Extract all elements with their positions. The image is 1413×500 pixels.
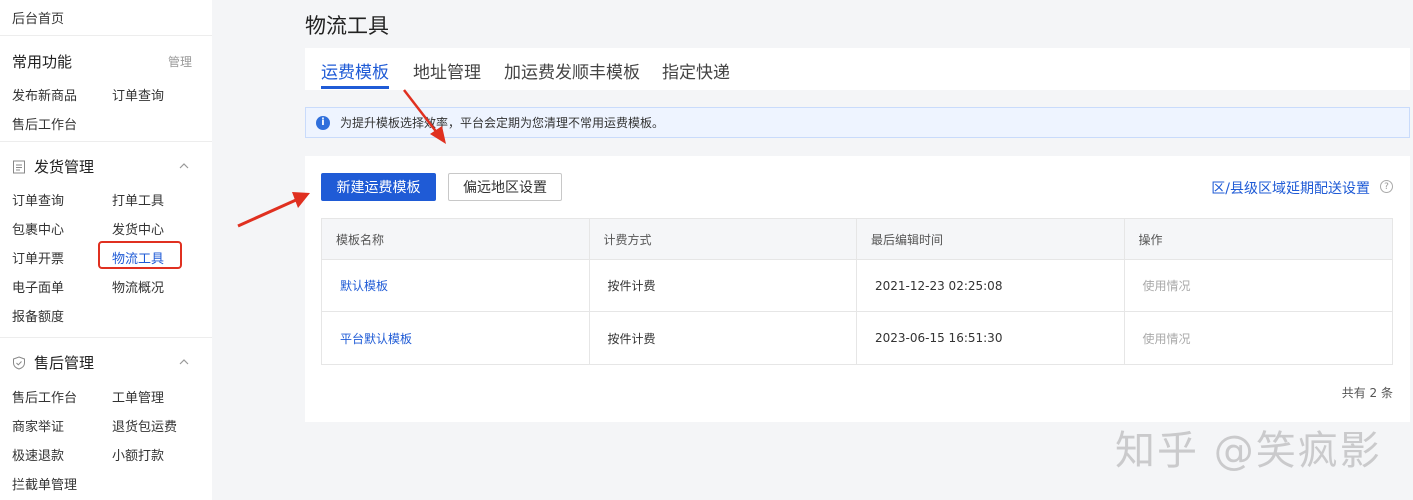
tab-sf-template[interactable]: 加运费发顺丰模板 xyxy=(504,58,640,83)
shipping-section-title[interactable]: 发货管理 xyxy=(12,156,94,177)
manage-link[interactable]: 管理 xyxy=(168,53,192,70)
sidebar-item-order-query-2[interactable]: 订单查询 xyxy=(12,190,64,209)
new-template-button[interactable]: 新建运费模板 xyxy=(321,173,436,201)
usage-link[interactable]: 使用情况 xyxy=(1125,312,1393,364)
sidebar-item-invoice[interactable]: 订单开票 xyxy=(12,248,64,267)
active-tab-indicator xyxy=(321,86,389,89)
notice-text: 为提升模板选择效率，平台会定期为您清理不常用运费模板。 xyxy=(340,116,665,130)
chevron-up-icon[interactable] xyxy=(178,162,190,170)
table-row: 默认模板 按件计费 2021-12-23 02:25:08 使用情况 xyxy=(322,260,1392,312)
page-title: 物流工具 xyxy=(305,14,389,38)
usage-link[interactable]: 使用情况 xyxy=(1125,260,1393,311)
total-count: 共有 2 条 xyxy=(1341,386,1393,400)
annotation-arrow-to-button xyxy=(237,192,310,228)
common-functions-title: 常用功能 xyxy=(12,51,72,72)
shipping-section-label: 发货管理 xyxy=(34,158,95,176)
info-notice: i 为提升模板选择效率，平台会定期为您清理不常用运费模板。 xyxy=(305,107,1410,138)
watermark: 知乎 @笑疯影 xyxy=(1115,428,1382,474)
sidebar-item-quick-refund[interactable]: 极速退款 xyxy=(12,445,64,464)
column-header-billing: 计费方式 xyxy=(590,219,857,259)
column-header-name: 模板名称 xyxy=(322,219,590,259)
template-name-link[interactable]: 默认模板 xyxy=(322,260,590,311)
template-name-link[interactable]: 平台默认模板 xyxy=(322,312,590,364)
sidebar-item-aftersale-desk-2[interactable]: 售后工作台 xyxy=(12,387,77,406)
delay-delivery-link[interactable]: 区/县级区域延期配送设置 xyxy=(1211,178,1370,198)
column-header-edit-time: 最后编辑时间 xyxy=(857,219,1125,259)
sidebar-home-link[interactable]: 后台首页 xyxy=(12,8,64,27)
tab-designated-express[interactable]: 指定快递 xyxy=(662,58,730,83)
sidebar-item-small-payment[interactable]: 小额打款 xyxy=(112,445,164,464)
sidebar-item-print-tool[interactable]: 打单工具 xyxy=(112,190,164,209)
common-functions-label: 常用功能 xyxy=(12,53,73,71)
document-icon xyxy=(13,160,25,173)
sidebar-item-merchant-proof[interactable]: 商家举证 xyxy=(12,416,64,435)
table-header: 模板名称 计费方式 最后编辑时间 操作 xyxy=(322,219,1392,260)
sidebar-item-shipping-center[interactable]: 发货中心 xyxy=(112,219,164,238)
edit-time: 2021-12-23 02:25:08 xyxy=(857,260,1125,311)
tab-shipping-template[interactable]: 运费模板 xyxy=(321,58,389,83)
sidebar-item-aftersale-desk[interactable]: 售后工作台 xyxy=(12,114,77,133)
sidebar-item-logistics-tool[interactable]: 物流工具 xyxy=(112,248,164,267)
template-table: 模板名称 计费方式 最后编辑时间 操作 默认模板 按件计费 2021-12-23… xyxy=(321,218,1393,365)
divider xyxy=(0,141,212,142)
chevron-up-icon[interactable] xyxy=(178,358,190,366)
billing-method: 按件计费 xyxy=(590,312,857,364)
aftersale-section-label: 售后管理 xyxy=(34,354,95,372)
remote-area-button[interactable]: 偏远地区设置 xyxy=(448,173,562,201)
sidebar-item-quota[interactable]: 报备额度 xyxy=(12,306,64,325)
info-icon: i xyxy=(316,115,330,130)
tab-address-manage[interactable]: 地址管理 xyxy=(413,58,481,83)
aftersale-section-title[interactable]: 售后管理 xyxy=(12,352,94,373)
sidebar-item-package-center[interactable]: 包裹中心 xyxy=(12,219,64,238)
sidebar-item-ticket-manage[interactable]: 工单管理 xyxy=(112,387,164,406)
sidebar-item-return-shipping[interactable]: 退货包运费 xyxy=(112,416,177,435)
tab-bar: 运费模板 地址管理 加运费发顺丰模板 指定快递 xyxy=(305,48,1410,90)
help-icon[interactable]: ? xyxy=(1380,180,1393,193)
divider xyxy=(0,337,212,338)
divider xyxy=(0,35,212,36)
sidebar-item-intercept[interactable]: 拦截单管理 xyxy=(12,474,77,493)
table-row: 平台默认模板 按件计费 2023-06-15 16:51:30 使用情况 xyxy=(322,312,1392,364)
sidebar-item-e-waybill[interactable]: 电子面单 xyxy=(12,277,64,296)
sidebar-item-order-query[interactable]: 订单查询 xyxy=(112,85,164,104)
billing-method: 按件计费 xyxy=(590,260,857,311)
shield-icon xyxy=(13,355,25,370)
sidebar: 后台首页 常用功能 管理 发布新商品 订单查询 售后工作台 发货管理 订单查询 … xyxy=(0,0,212,500)
template-panel: 新建运费模板 偏远地区设置 区/县级区域延期配送设置 ? 模板名称 计费方式 最… xyxy=(305,156,1410,422)
sidebar-item-logistics-overview[interactable]: 物流概况 xyxy=(112,277,164,296)
edit-time: 2023-06-15 16:51:30 xyxy=(857,312,1125,364)
sidebar-item-publish[interactable]: 发布新商品 xyxy=(12,85,77,104)
column-header-action: 操作 xyxy=(1138,232,1163,247)
